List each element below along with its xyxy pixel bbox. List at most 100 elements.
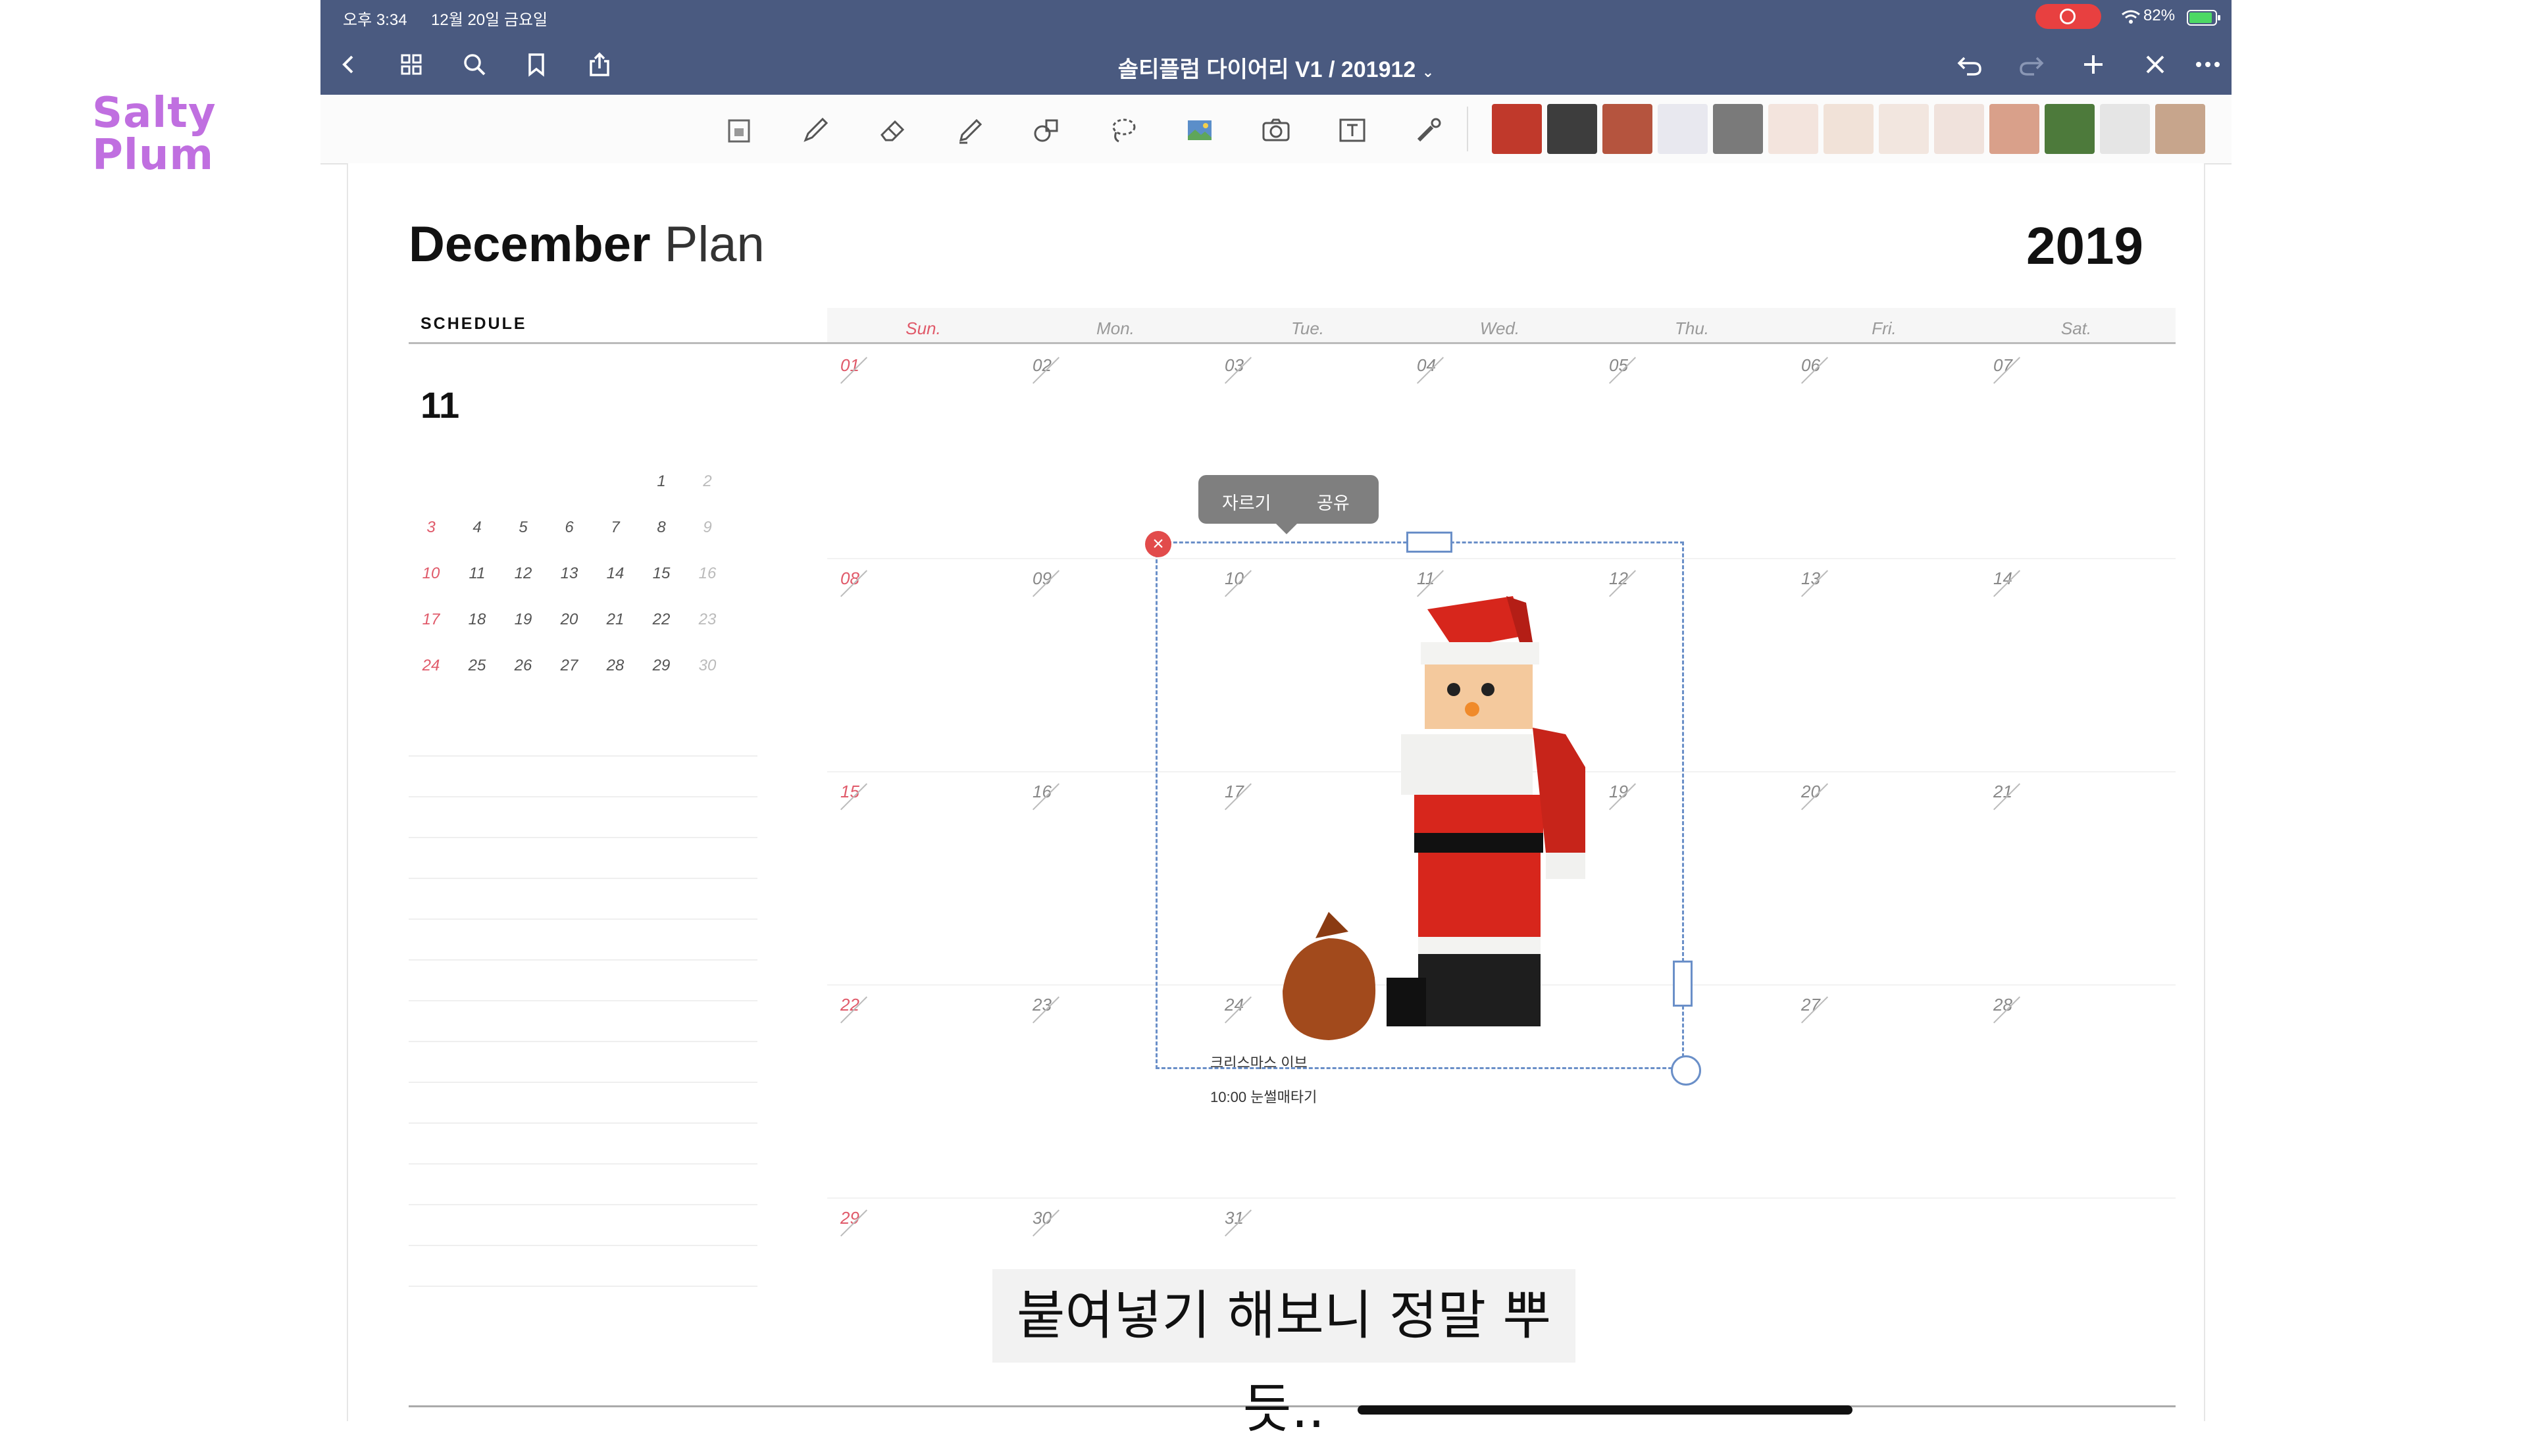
mini-calendar-day: 7	[611, 518, 620, 536]
schedule-line	[409, 1245, 757, 1246]
bookmark-icon[interactable]	[518, 46, 555, 83]
calendar-day-cell[interactable]: 08	[827, 558, 1019, 771]
schedule-line	[409, 878, 757, 879]
page-year: 2019	[2026, 216, 2143, 275]
calendar-day-cell[interactable]: 05	[1596, 345, 1788, 558]
mini-calendar-day: 23	[698, 611, 717, 628]
lasso-icon[interactable]	[1104, 111, 1143, 150]
mini-calendar-day: 9	[703, 518, 712, 536]
calendar-day-cell[interactable]: 01	[827, 345, 1019, 558]
laser-pointer-icon[interactable]	[1409, 111, 1448, 150]
mini-calendar-day: 14	[606, 565, 625, 582]
sticker-thumb-13[interactable]	[2155, 104, 2205, 154]
mini-calendar-day: 10	[422, 565, 440, 582]
delete-selection-icon[interactable]: ×	[1145, 531, 1171, 557]
header-rule	[409, 342, 2176, 344]
mini-calendar-day: 12	[514, 565, 532, 582]
right-resize-handle[interactable]	[1673, 961, 1693, 1007]
mini-calendar-day: 6	[565, 518, 574, 536]
calendar-day-cell[interactable]: 22	[827, 984, 1019, 1197]
share-icon[interactable]	[581, 46, 618, 83]
calendar-day-cell[interactable]: 02	[1019, 345, 1212, 558]
nav-bar: 솔티플럼 다이어리 V1 / 201912 ⌄	[320, 34, 2232, 95]
calendar-day-cell[interactable]: 15	[827, 771, 1019, 984]
page-thumbnail-icon[interactable]	[719, 111, 759, 150]
mini-calendar-day: 29	[652, 657, 671, 674]
sticker-thumb-3[interactable]	[1602, 104, 1652, 154]
calendar-day-cell[interactable]: 21	[1980, 771, 2172, 984]
more-options-icon[interactable]	[2189, 46, 2226, 83]
sticker-thumb-9[interactable]	[1934, 104, 1984, 154]
sticker-thumb-11[interactable]	[2045, 104, 2095, 154]
shapes-icon[interactable]	[1027, 111, 1067, 150]
grid-view-icon[interactable]	[393, 46, 430, 83]
sticker-thumb-5[interactable]	[1713, 104, 1763, 154]
mini-calendar-day: 26	[514, 657, 532, 674]
selection-context-menu: 자르기 공유	[1198, 475, 1379, 534]
sticker-thumb-2[interactable]	[1547, 104, 1597, 154]
mini-calendar-day: 20	[560, 611, 578, 628]
calendar-day-cell[interactable]: 06	[1788, 345, 1980, 558]
search-icon[interactable]	[456, 46, 493, 83]
santa-lego-image[interactable]	[1256, 570, 1651, 1043]
share-menu-button[interactable]: 공유	[1317, 489, 1350, 515]
weekday-label: Wed.	[1479, 318, 1520, 338]
wifi-icon	[2122, 10, 2140, 24]
calendar-day-cell[interactable]: 13	[1788, 558, 1980, 771]
pen-icon[interactable]	[796, 111, 835, 150]
calendar-day-cell[interactable]: 29	[827, 1197, 1019, 1411]
schedule-line	[409, 918, 757, 920]
toolbar-divider	[1467, 107, 1468, 151]
add-page-icon[interactable]	[2075, 46, 2112, 83]
mini-calendar-day: 8	[657, 518, 666, 536]
calendar-day-cell[interactable]: 14	[1980, 558, 2172, 771]
mini-calendar-day: 19	[514, 611, 532, 628]
textbox-icon[interactable]	[1333, 111, 1372, 150]
screen-recording-icon[interactable]	[2035, 4, 2101, 29]
crop-button[interactable]: 자르기	[1222, 489, 1271, 515]
selected-image-frame[interactable]	[1156, 541, 1684, 1069]
battery-percent: 82%	[2143, 7, 2176, 24]
logo-line-1: Salty	[92, 89, 217, 138]
sticker-thumb-6[interactable]	[1768, 104, 1818, 154]
status-bar: 오후 3:34 12월 20일 금요일 82%	[320, 0, 2232, 34]
sticker-thumb-1[interactable]	[1492, 104, 1542, 154]
highlighter-icon[interactable]	[951, 111, 990, 150]
salty-plum-logo: Salty Plum	[92, 92, 263, 176]
undo-icon[interactable]	[1951, 46, 1988, 83]
calendar-day-cell[interactable]: 04	[1404, 345, 1596, 558]
mini-calendar-day: 25	[468, 657, 486, 674]
home-indicator	[1358, 1405, 1852, 1415]
document-title-button[interactable]: 솔티플럼 다이어리 V1 / 201912 ⌄	[979, 51, 1573, 84]
sticker-thumb-4[interactable]	[1658, 104, 1708, 154]
corner-resize-icon[interactable]	[1671, 1055, 1701, 1086]
back-icon[interactable]	[331, 46, 368, 83]
schedule-line	[409, 1000, 757, 1001]
schedule-line	[409, 796, 757, 797]
calendar-day-cell[interactable]: 20	[1788, 771, 1980, 984]
close-icon[interactable]	[2137, 46, 2174, 83]
sticker-thumb-8[interactable]	[1879, 104, 1929, 154]
schedule-line	[409, 1122, 757, 1124]
sticker-thumb-12[interactable]	[2100, 104, 2150, 154]
mini-calendar-day: 18	[468, 611, 486, 628]
mini-calendar-day: 22	[652, 611, 671, 628]
sticker-thumb-10[interactable]	[1989, 104, 2039, 154]
calendar-day-cell[interactable]: 27	[1788, 984, 1980, 1197]
camera-icon[interactable]	[1256, 111, 1296, 150]
weekday-label: Fri.	[1872, 318, 1897, 338]
weekday-label: Sun.	[906, 318, 941, 338]
top-resize-handle[interactable]	[1406, 532, 1452, 553]
mini-calendar-day: 3	[426, 518, 436, 536]
image-icon[interactable]	[1180, 111, 1219, 150]
calendar-day-cell[interactable]: 07	[1980, 345, 2172, 558]
calendar-day-cell[interactable]: 28	[1980, 984, 2172, 1197]
calendar-day-cell[interactable]: 03	[1212, 345, 1404, 558]
mini-calendar-day: 24	[422, 657, 440, 674]
redo-icon[interactable]	[2013, 46, 2050, 83]
schedule-line	[409, 959, 757, 961]
weekday-label: Thu.	[1674, 318, 1710, 338]
video-subtitle: 붙여넣기 해보니 정말 뿌듯..	[992, 1269, 1575, 1440]
eraser-icon[interactable]	[873, 111, 913, 150]
sticker-thumb-7[interactable]	[1824, 104, 1874, 154]
